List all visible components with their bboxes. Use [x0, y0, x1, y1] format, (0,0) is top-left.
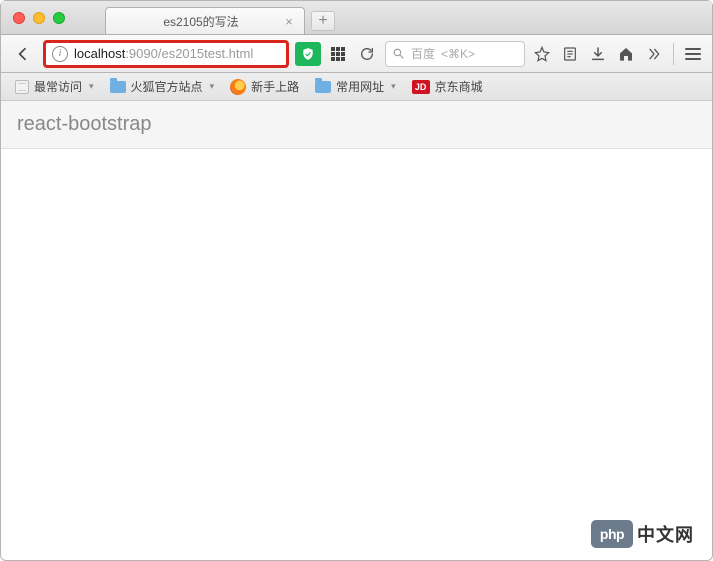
search-input[interactable]: 百度 <⌘K> — [385, 41, 525, 67]
bookmark-star-button[interactable] — [531, 43, 553, 65]
maximize-window-button[interactable] — [53, 12, 65, 24]
tabs-row: es2105的写法 × + — [105, 1, 335, 34]
firefox-icon — [230, 79, 246, 95]
watermark: php 中文网 — [591, 520, 694, 548]
site-info-icon[interactable]: i — [52, 46, 68, 62]
chevron-down-icon: ▾ — [89, 81, 94, 92]
watermark-text: 中文网 — [637, 521, 694, 547]
bookmark-label: 京东商城 — [435, 78, 483, 95]
title-bar: es2105的写法 × + — [1, 1, 712, 35]
bookmark-common-urls[interactable]: 常用网址 ▾ — [309, 75, 402, 98]
heading-text: react-bootstrap — [17, 113, 152, 135]
overflow-button[interactable] — [643, 43, 665, 65]
chevron-down-icon: ▾ — [391, 81, 396, 92]
download-icon — [590, 46, 606, 62]
star-icon — [534, 46, 550, 62]
watermark-logo: php — [591, 520, 633, 548]
bookmark-firefox-sites[interactable]: 火狐官方站点 ▾ — [104, 75, 221, 98]
bookmark-label: 火狐官方站点 — [131, 78, 203, 95]
close-window-button[interactable] — [13, 12, 25, 24]
bookmark-label: 常用网址 — [336, 78, 384, 95]
address-toolbar: i localhost :9090 /es2015test.html 百度 <⌘… — [1, 35, 712, 73]
menu-button[interactable] — [682, 43, 704, 65]
url-input[interactable]: i localhost :9090 /es2015test.html — [43, 40, 289, 68]
reload-icon — [359, 46, 375, 62]
arrow-left-icon — [15, 46, 31, 62]
bookmark-label: 最常访问 — [34, 78, 82, 95]
back-button[interactable] — [9, 40, 37, 68]
bookmark-label: 新手上路 — [251, 78, 299, 95]
reload-button[interactable] — [355, 42, 379, 66]
jd-icon: JD — [412, 80, 430, 94]
hamburger-icon — [685, 48, 701, 60]
chevron-down-icon: ▾ — [210, 81, 215, 92]
window-controls — [1, 12, 65, 24]
close-tab-icon[interactable]: × — [282, 14, 296, 28]
downloads-button[interactable] — [587, 43, 609, 65]
search-icon — [392, 47, 405, 60]
shield-check-icon — [301, 47, 315, 61]
url-host: localhost — [74, 46, 125, 61]
browser-tab[interactable]: es2105的写法 × — [105, 7, 305, 34]
reader-view-button[interactable] — [559, 43, 581, 65]
url-path: /es2015test.html — [158, 46, 253, 61]
bookmark-most-visited[interactable]: 最常访问 ▾ — [9, 75, 100, 98]
search-engine-label: 百度 — [411, 45, 435, 62]
tab-title: es2105的写法 — [163, 13, 238, 30]
folder-icon — [110, 81, 126, 93]
reader-icon — [562, 46, 578, 62]
qr-code-button[interactable] — [327, 43, 349, 65]
bookmark-jd[interactable]: JD 京东商城 — [406, 75, 489, 98]
bookmark-new-user[interactable]: 新手上路 — [224, 75, 305, 98]
folder-icon — [315, 81, 331, 93]
home-icon — [618, 46, 634, 62]
search-shortcut: <⌘K> — [441, 47, 475, 61]
url-port: :9090 — [125, 46, 158, 61]
chevron-double-right-icon — [646, 46, 662, 62]
minimize-window-button[interactable] — [33, 12, 45, 24]
url-text: localhost :9090 /es2015test.html — [74, 46, 253, 61]
new-tab-button[interactable]: + — [311, 11, 335, 31]
qr-code-icon — [331, 47, 345, 61]
panel-heading: react-bootstrap — [1, 101, 712, 149]
page-content: react-bootstrap — [1, 101, 712, 149]
page-icon — [15, 80, 29, 94]
shield-button[interactable] — [295, 42, 321, 66]
home-button[interactable] — [615, 43, 637, 65]
toolbar-separator — [673, 43, 674, 65]
bookmarks-bar: 最常访问 ▾ 火狐官方站点 ▾ 新手上路 常用网址 ▾ JD 京东商城 — [1, 73, 712, 101]
